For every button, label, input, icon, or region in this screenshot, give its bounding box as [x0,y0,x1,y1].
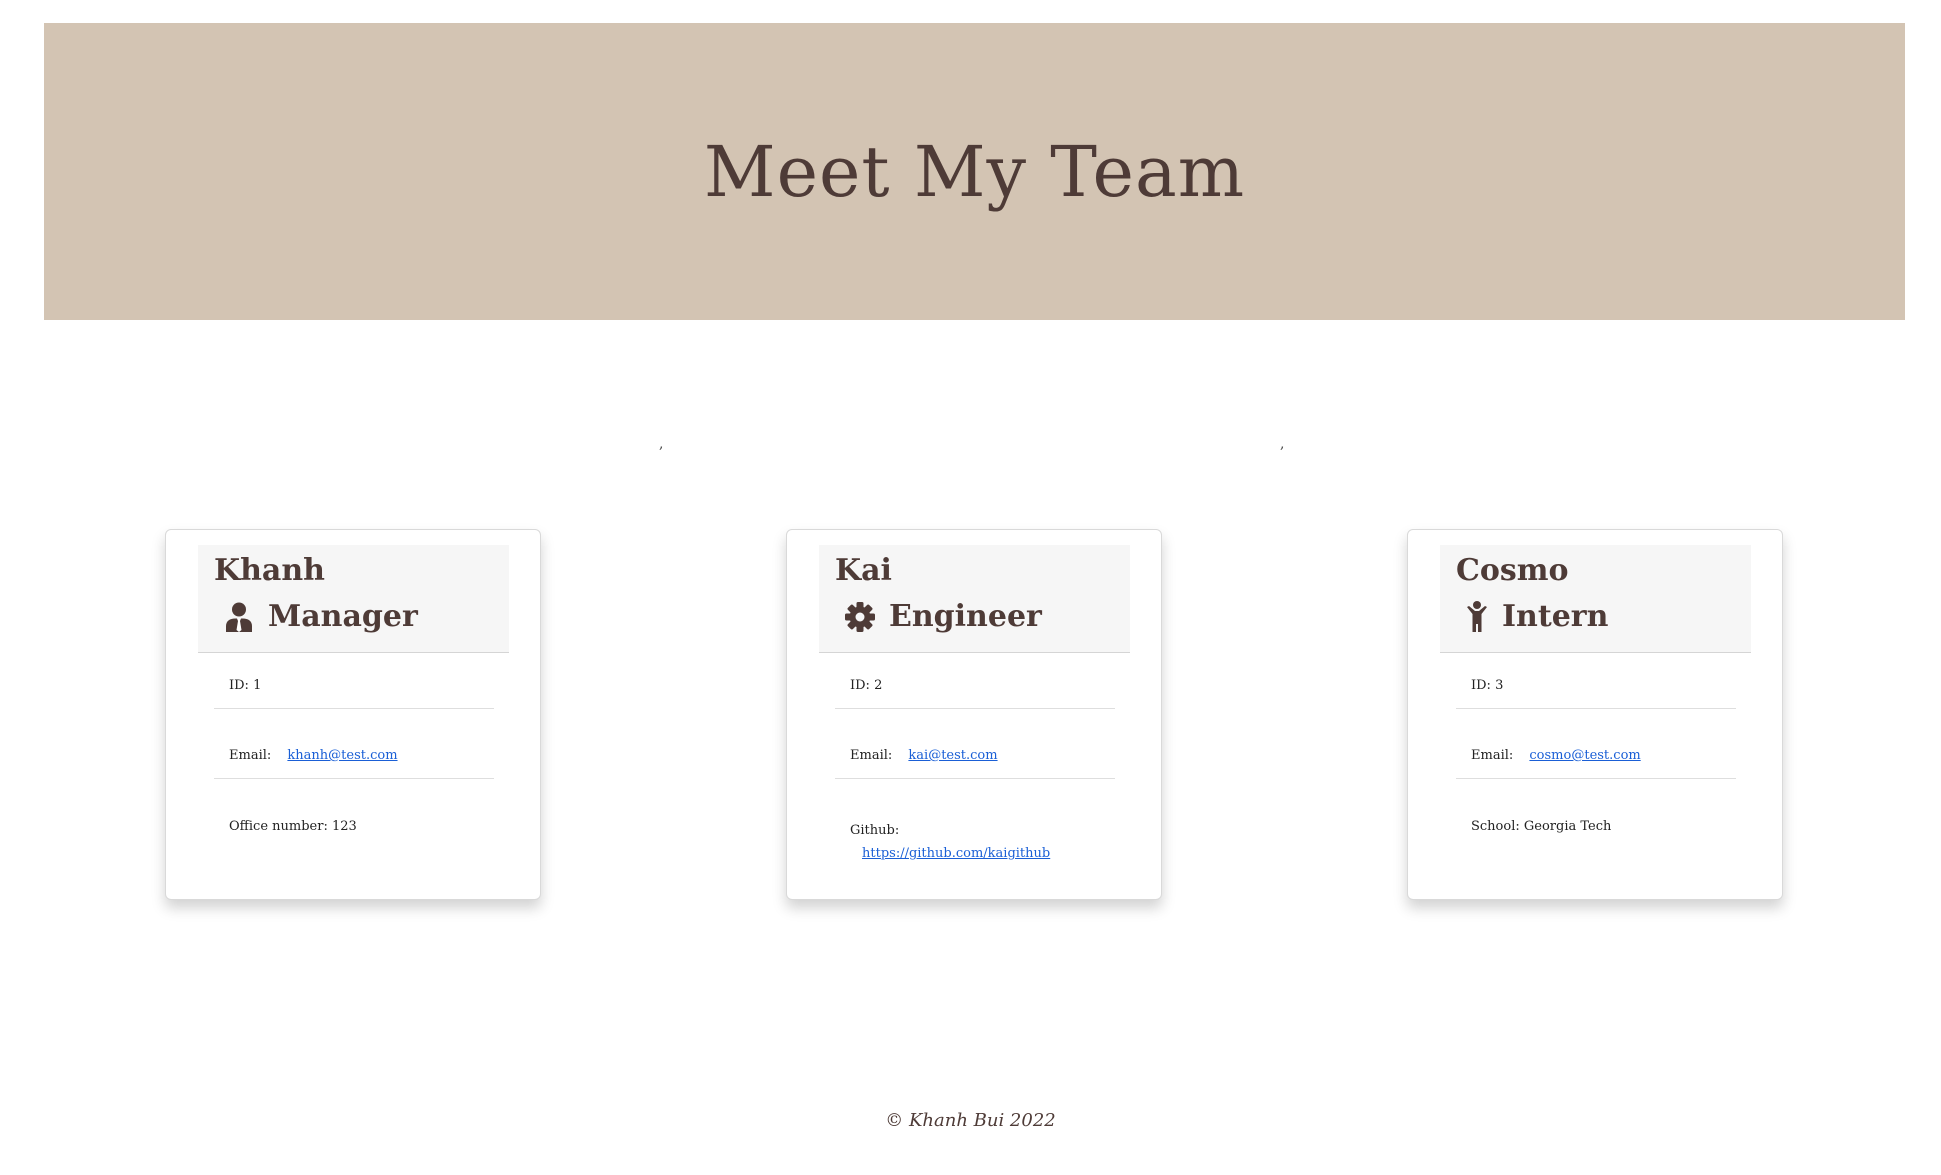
github-label: Github: [850,823,900,838]
employee-email-row: Email: kai@test.com [835,709,1115,779]
gear-icon [845,601,875,633]
role-label: Engineer [889,599,1042,634]
email-link[interactable]: cosmo@test.com [1529,748,1640,763]
employee-details-list: ID: 1 Email: khanh@test.com Office numbe… [214,653,494,849]
employee-card-manager: Khanh Manager ID: 1 Email: khanh@test.co… [165,529,541,900]
email-label: Email: [850,748,893,763]
employee-school: School: Georgia Tech [1471,819,1612,834]
github-link[interactable]: https://github.com/kaigithub [862,846,1050,861]
card-header: Kai Engineer [819,545,1130,653]
child-person-icon [1466,601,1488,633]
employee-id: ID: 1 [214,653,494,709]
email-label: Email: [229,748,272,763]
employee-name: Kai [835,553,892,588]
footer-copyright: © Khanh Bui 2022 [885,1110,1056,1131]
employee-card-intern: Cosmo Intern ID: 3 Email: cosmo@test.com… [1407,529,1783,900]
employee-office-number: Office number: 123 [229,819,357,834]
employee-id: ID: 2 [835,653,1115,709]
email-label: Email: [1471,748,1514,763]
employee-github-row: Github: https://github.com/kaigithub [835,779,1115,869]
employee-email-row: Email: khanh@test.com [214,709,494,779]
employee-name: Cosmo [1456,553,1569,588]
email-link[interactable]: khanh@test.com [287,748,397,763]
email-link[interactable]: kai@test.com [908,748,997,763]
role-label: Manager [268,599,418,634]
role-label: Intern [1502,599,1609,634]
employee-role: Intern [1466,599,1608,635]
employee-name: Khanh [214,553,325,588]
separator-text: , [1280,436,1285,452]
card-header: Cosmo Intern [1440,545,1751,653]
card-header: Khanh Manager [198,545,509,653]
employee-card-engineer: Kai Engineer ID: 2 Email: kai@test.com G… [786,529,1162,900]
employee-role: Engineer [845,599,1042,635]
employee-details-list: ID: 3 Email: cosmo@test.com School: Geor… [1456,653,1736,849]
employee-details-list: ID: 2 Email: kai@test.com Github: https:… [835,653,1115,869]
employee-role: Manager [224,599,418,635]
hero-banner: Meet My Team [44,23,1905,320]
page-title: Meet My Team [703,130,1246,213]
employee-id: ID: 3 [1456,653,1736,709]
manager-person-tie-icon [224,601,254,633]
separator-text: , [659,436,664,452]
employee-email-row: Email: cosmo@test.com [1456,709,1736,779]
